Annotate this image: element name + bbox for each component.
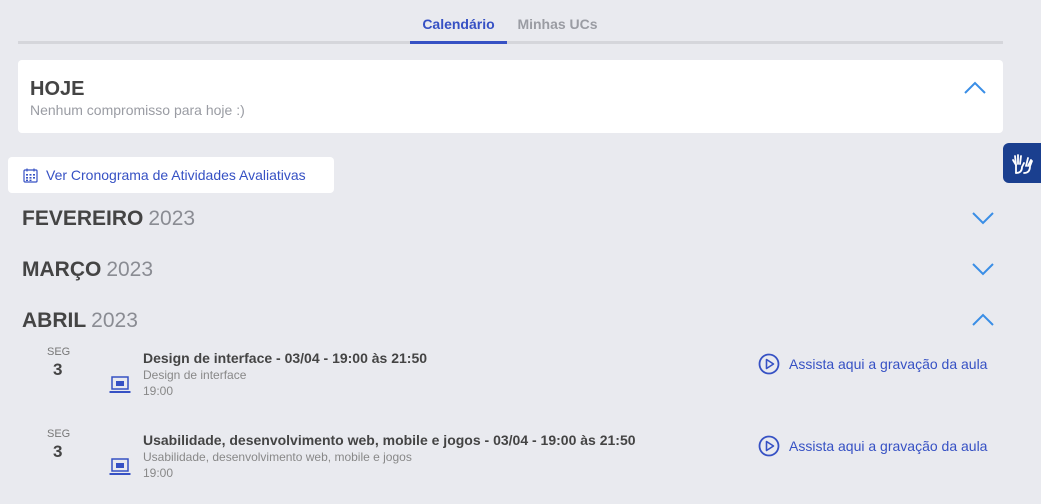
play-circle-icon [758, 353, 780, 375]
accessibility-widget-button[interactable] [1003, 143, 1041, 183]
month-header-abril[interactable]: ABRIL 2023 [22, 309, 138, 333]
tab-bar: Calendário Minhas UCs [18, 0, 1003, 44]
event-subtitle: Design de interface [143, 368, 247, 382]
month-name: MARÇO [22, 258, 102, 281]
month-name: FEVEREIRO [22, 207, 144, 230]
chevron-up-icon[interactable] [971, 312, 995, 328]
event-title: Usabilidade, desenvolvimento web, mobile… [143, 432, 636, 448]
event-weekday: SEG [47, 346, 71, 358]
event-item[interactable]: SEG 3 Design de interface - 03/04 - 19:0… [22, 346, 1012, 416]
tab-minhas-ucs[interactable]: Minhas UCs [507, 16, 608, 44]
watch-recording-link[interactable]: Assista aqui a gravação da aula [758, 435, 987, 457]
chevron-up-icon[interactable] [963, 80, 987, 96]
event-title: Design de interface - 03/04 - 19:00 às 2… [143, 350, 428, 366]
event-subtitle: Usabilidade, desenvolvimento web, mobile… [143, 450, 412, 464]
sign-language-hands-icon [1012, 154, 1033, 174]
event-item[interactable]: SEG 3 Usabilidade, desenvolvimento web, … [22, 428, 1012, 498]
month-year: 2023 [106, 258, 154, 281]
month-header-marco[interactable]: MARÇO 2023 [22, 258, 153, 282]
watch-recording-label: Assista aqui a gravação da aula [789, 356, 988, 372]
event-time: 19:00 [143, 466, 174, 480]
watch-recording-link[interactable]: Assista aqui a gravação da aula [758, 353, 987, 375]
view-schedule-button[interactable]: Ver Cronograma de Atividades Avaliativas [8, 157, 334, 193]
month-header-fevereiro[interactable]: FEVEREIRO 2023 [22, 207, 195, 231]
event-time: 19:00 [143, 384, 174, 398]
laptop-icon [109, 458, 131, 475]
laptop-icon [109, 376, 131, 393]
event-day: 3 [53, 360, 63, 379]
watch-recording-label: Assista aqui a gravação da aula [789, 438, 988, 454]
chevron-down-icon[interactable] [971, 210, 995, 226]
play-circle-icon [758, 435, 780, 457]
chevron-down-icon[interactable] [971, 261, 995, 277]
view-schedule-label: Ver Cronograma de Atividades Avaliativas [46, 167, 306, 183]
month-year: 2023 [91, 309, 138, 332]
calendar-icon [23, 168, 38, 183]
calendar-page: Calendário Minhas UCs HOJE Nenhum compro… [0, 0, 1041, 504]
today-card: HOJE Nenhum compromisso para hoje :) [18, 60, 1003, 133]
month-name: ABRIL [22, 309, 87, 332]
today-title: HOJE [30, 78, 85, 100]
tab-calendario[interactable]: Calendário [410, 16, 507, 44]
event-weekday: SEG [47, 428, 71, 440]
today-message: Nenhum compromisso para hoje :) [30, 102, 245, 118]
event-day: 3 [53, 442, 63, 461]
month-year: 2023 [148, 207, 196, 230]
